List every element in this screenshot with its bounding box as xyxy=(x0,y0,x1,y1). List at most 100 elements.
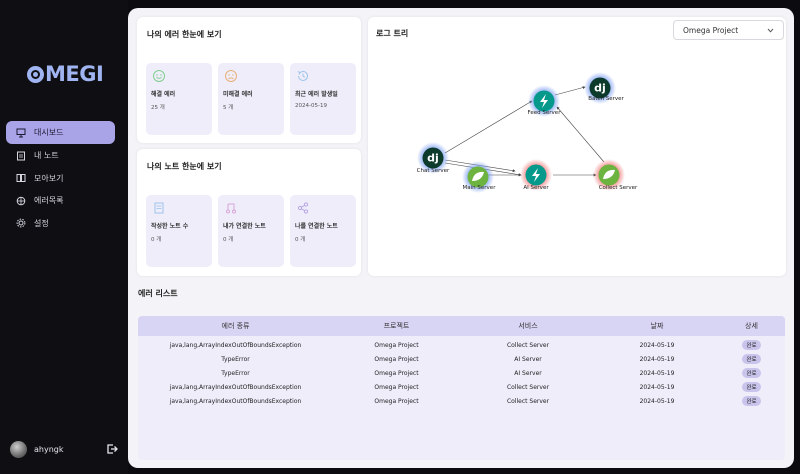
stat-value: 2024-05-19 xyxy=(295,103,327,109)
avatar xyxy=(10,441,27,458)
stat-resolved-errors[interactable]: 해결 에러 25 개 xyxy=(146,63,212,135)
stat-value: 0 개 xyxy=(223,237,234,243)
edge-collect-feed xyxy=(556,106,605,163)
svg-text:dj: dj xyxy=(594,82,606,95)
col-service: 서비스 xyxy=(518,322,538,330)
node-label-chat: Chat Server xyxy=(416,168,450,174)
cell-error-type: java,lang,ArrayIndexOutOfBoundsException xyxy=(169,383,302,391)
user-profile[interactable]: ahyngk xyxy=(10,441,64,458)
notes-summary-title: 나의 노트 한눈에 보기 xyxy=(147,162,222,171)
cell-date: 2024-05-19 xyxy=(639,383,675,391)
col-error-type: 에러 종류 xyxy=(221,322,250,330)
stat-last-error-date[interactable]: 최근 에러 발생일 2024-05-19 xyxy=(290,63,356,135)
sidebar-item-collection[interactable]: 모아보기 xyxy=(6,167,115,189)
sidebar-item-label: 내 노트 xyxy=(34,151,59,161)
main-content: 나의 에러 한눈에 보기 해결 에러 25 개 미해결 에러 5 개 최근 에러… xyxy=(128,8,794,468)
stat-linked-to-me[interactable]: 나를 연결한 노트 0 개 xyxy=(290,195,356,267)
cell-project: Omega Project xyxy=(374,369,419,377)
app-logo[interactable]: MEGI xyxy=(27,62,104,86)
logo-mark-icon xyxy=(27,65,44,83)
node-label-collect: Collect Server xyxy=(598,185,638,191)
status-badge[interactable]: 완료 xyxy=(742,368,761,378)
col-detail: 상세 xyxy=(745,322,758,330)
cell-error-type: TypeError xyxy=(221,355,250,363)
cell-date: 2024-05-19 xyxy=(639,355,675,363)
table-row[interactable]: TypeError Omega Project AI Server 2024-0… xyxy=(138,352,785,366)
sidebar-item-errors[interactable]: 에러목록 xyxy=(6,190,115,212)
stat-unresolved-errors[interactable]: 미해결 에러 5 개 xyxy=(218,63,284,135)
node-label-ai: AI Server xyxy=(523,185,549,191)
table-row[interactable]: java,lang,ArrayIndexOutOfBoundsException… xyxy=(138,338,785,352)
cell-service: AI Server xyxy=(514,355,542,363)
stat-value: 0 개 xyxy=(295,237,306,243)
share-icon xyxy=(297,202,309,214)
error-table: 에러 종류 프로젝트 서비스 날짜 상세 java,lang,ArrayInde… xyxy=(138,316,785,460)
table-header: 에러 종류 프로젝트 서비스 날짜 상세 xyxy=(138,316,785,336)
sidebar-item-label: 대시보드 xyxy=(34,128,64,137)
frown-icon xyxy=(225,70,237,82)
logout-icon[interactable] xyxy=(106,443,118,455)
status-badge[interactable]: 완료 xyxy=(742,340,761,350)
error-summary-card: 나의 에러 한눈에 보기 해결 에러 25 개 미해결 에러 5 개 최근 에러… xyxy=(137,17,361,143)
stat-label: 최근 에러 발생일 xyxy=(295,91,338,98)
error-summary-title: 나의 에러 한눈에 보기 xyxy=(147,30,222,39)
status-badge[interactable]: 완료 xyxy=(742,396,761,406)
error-list-title: 에러 리스트 xyxy=(138,289,178,298)
history-icon xyxy=(297,70,308,81)
collection-icon xyxy=(16,173,26,183)
cell-project: Omega Project xyxy=(374,397,419,405)
table-row[interactable]: java,lang,ArrayIndexOutOfBoundsException… xyxy=(138,394,785,408)
dashboard-icon xyxy=(16,128,26,138)
svg-text:dj: dj xyxy=(427,152,439,165)
node-label-feed: Feed Server xyxy=(527,110,561,116)
note-icon xyxy=(16,151,26,161)
cell-service: Collect Server xyxy=(506,383,550,391)
document-icon xyxy=(154,202,164,214)
sidebar-item-settings[interactable]: 설정 xyxy=(6,212,115,234)
sidebar-item-dashboard[interactable]: 대시보드 xyxy=(6,121,115,144)
stat-label: 미해결 에러 xyxy=(223,91,253,98)
smile-icon xyxy=(153,70,165,82)
logo-text: MEGI xyxy=(45,62,104,86)
cell-service: Collect Server xyxy=(506,397,550,405)
stat-linked-by-me[interactable]: 내가 연결한 노트 0 개 xyxy=(218,195,284,267)
stat-label: 내가 연결한 노트 xyxy=(223,223,266,230)
gear-icon xyxy=(16,218,26,228)
stat-value: 0 개 xyxy=(151,237,162,243)
cell-project: Omega Project xyxy=(374,355,419,363)
stat-label: 작성한 노트 수 xyxy=(151,223,189,230)
stat-written-notes[interactable]: 작성한 노트 수 0 개 xyxy=(146,195,212,267)
sidebar-item-label: 모아보기 xyxy=(34,173,64,183)
sidebar-item-label: 에러목록 xyxy=(34,196,64,206)
status-badge[interactable]: 완료 xyxy=(742,382,761,392)
edge-feed-batch xyxy=(554,86,586,96)
cell-project: Omega Project xyxy=(374,383,419,391)
cell-date: 2024-05-19 xyxy=(639,397,675,405)
cell-date: 2024-05-19 xyxy=(639,341,675,349)
stat-label: 해결 에러 xyxy=(151,91,176,98)
sidebar-item-notes[interactable]: 내 노트 xyxy=(6,145,115,167)
col-date: 날짜 xyxy=(650,322,664,330)
bug-icon xyxy=(16,196,26,206)
cell-date: 2024-05-19 xyxy=(639,369,675,377)
sidebar-nav: 대시보드 내 노트 모아보기 에러목록 설정 xyxy=(6,121,115,235)
cell-service: AI Server xyxy=(514,369,542,377)
sidebar: MEGI 대시보드 내 노트 모아보기 에러목록 설정 ahyngk xyxy=(0,0,128,474)
log-tree-graph: dj dj xyxy=(417,72,625,193)
cell-service: Collect Server xyxy=(506,341,550,349)
status-badge[interactable]: 완료 xyxy=(742,354,761,364)
table-row[interactable]: TypeError Omega Project AI Server 2024-0… xyxy=(138,366,785,380)
node-label-batch: Batch Server xyxy=(588,96,624,102)
table-row[interactable]: java,lang,ArrayIndexOutOfBoundsException… xyxy=(138,380,785,394)
notes-summary-card: 나의 노트 한눈에 보기 작성한 노트 수 0 개 내가 연결한 노트 0 개 xyxy=(137,149,361,276)
edge-chat-feed xyxy=(444,100,533,154)
cell-project: Omega Project xyxy=(374,341,419,349)
stat-label: 나를 연결한 노트 xyxy=(295,223,338,230)
music-link-icon xyxy=(226,203,236,214)
col-project: 프로젝트 xyxy=(383,322,410,330)
user-name: ahyngk xyxy=(34,445,64,454)
stat-value: 5 개 xyxy=(223,105,234,111)
cell-error-type: TypeError xyxy=(221,369,250,377)
cell-error-type: java,lang,ArrayIndexOutOfBoundsException xyxy=(169,397,302,405)
sidebar-item-label: 설정 xyxy=(34,218,49,228)
